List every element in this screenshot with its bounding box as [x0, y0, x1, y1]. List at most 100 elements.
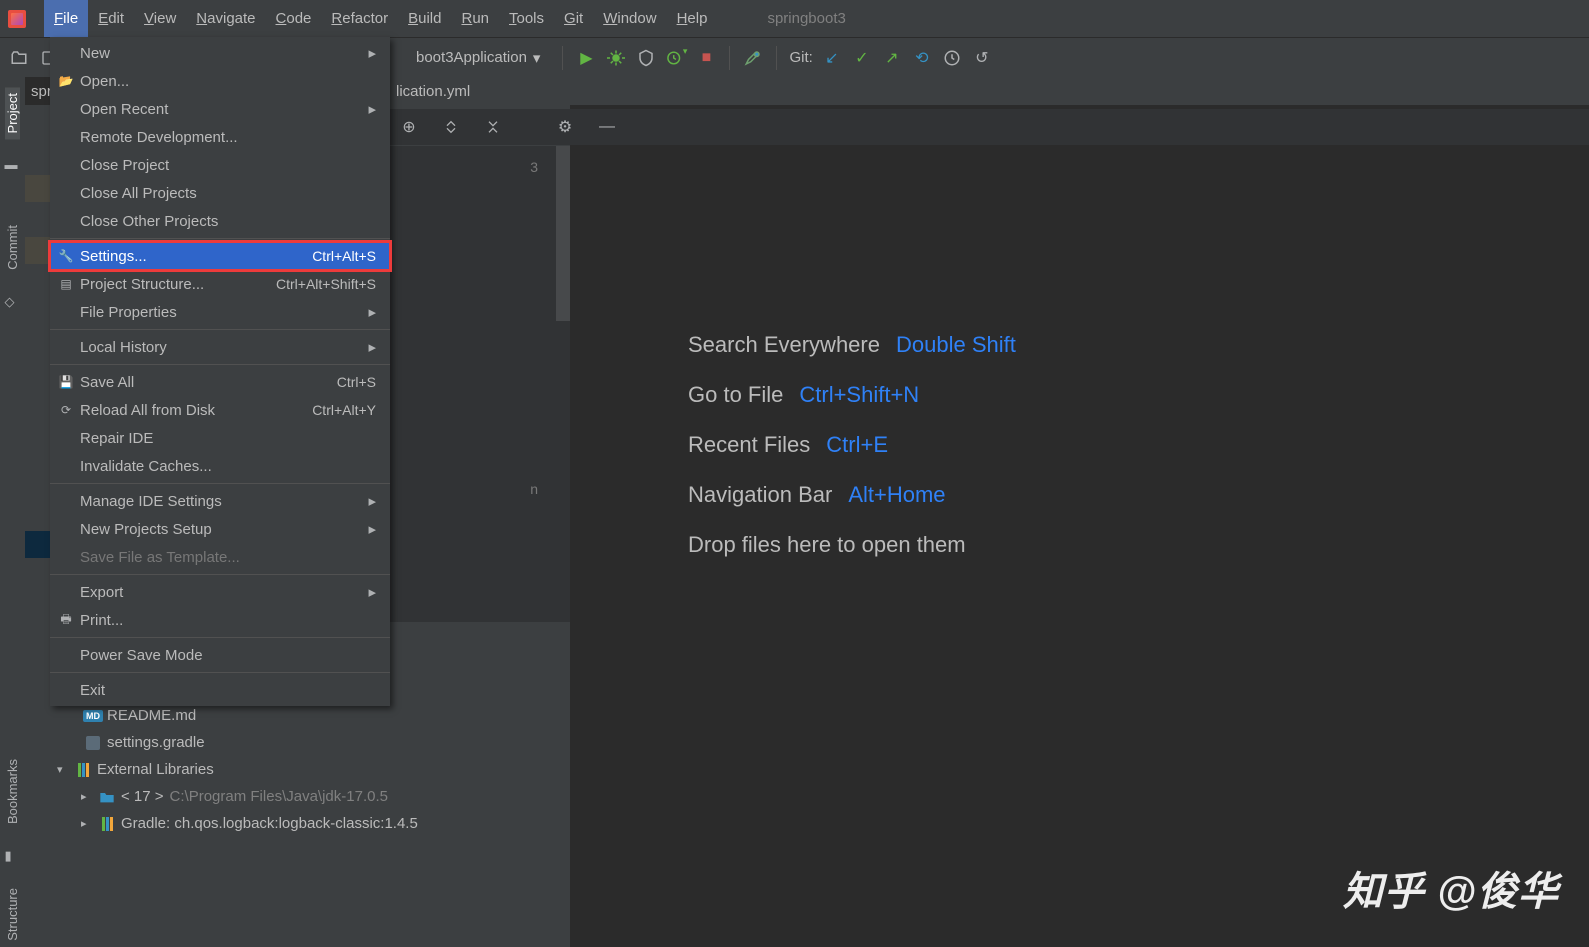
build-icon[interactable] — [742, 47, 764, 69]
menu-item-reload-from-disk[interactable]: ⟳Reload All from DiskCtrl+Alt+Y — [50, 396, 390, 424]
menu-item-save-all[interactable]: 💾Save AllCtrl+S — [50, 368, 390, 396]
menu-code[interactable]: Code — [266, 0, 322, 37]
tree-file-readme[interactable]: MD README.md — [25, 702, 570, 729]
hint-shortcut: Ctrl+Shift+N — [799, 370, 919, 420]
gutter-project[interactable]: Project — [5, 87, 20, 139]
submenu-arrow-icon: ▸ — [368, 44, 376, 62]
hint-navigation-bar: Navigation Bar Alt+Home — [688, 470, 1016, 520]
menu-window[interactable]: Window — [593, 0, 666, 37]
hint-label: Recent Files — [688, 420, 810, 470]
tree-jdk[interactable]: ▸ < 17 > C:\Program Files\Java\jdk-17.0.… — [25, 783, 570, 810]
menu-item-settings[interactable]: 🔧Settings...Ctrl+Alt+S — [50, 242, 390, 270]
git-commit-icon[interactable]: ✓ — [851, 47, 873, 69]
menu-item-manage-ide-settings[interactable]: Manage IDE Settings▸ — [50, 487, 390, 515]
add-icon[interactable]: ⊕ — [398, 116, 420, 138]
menu-view[interactable]: View — [134, 0, 186, 37]
menu-separator — [50, 574, 390, 575]
history-icon[interactable] — [941, 47, 963, 69]
print-icon: 🖶 — [58, 612, 74, 628]
menu-refactor[interactable]: Refactor — [321, 0, 398, 37]
tree-gradle-lib[interactable]: ▸ Gradle: ch.qos.logback:logback-classic… — [25, 810, 570, 837]
debug-icon[interactable] — [605, 47, 627, 69]
run-icon[interactable]: ▶ — [575, 47, 597, 69]
scrollbar-thumb[interactable] — [556, 146, 570, 321]
menu-item-label: Save All — [80, 374, 134, 391]
menu-item-export[interactable]: Export▸ — [50, 578, 390, 606]
menu-item-label: New — [80, 45, 110, 62]
tree-external-libraries[interactable]: ▾ External Libraries — [25, 756, 570, 783]
submenu-arrow-icon: ▸ — [368, 100, 376, 118]
menu-file[interactable]: File — [44, 0, 88, 37]
folder-open-icon: 📂 — [58, 73, 74, 89]
git-update-icon[interactable]: ↙ — [821, 47, 843, 69]
minimize-icon[interactable]: — — [596, 116, 618, 138]
menu-item-save-file-as-template: Save File as Template... — [50, 543, 390, 571]
menu-edit[interactable]: Edit — [88, 0, 134, 37]
gutter-commit[interactable]: Commit — [5, 219, 20, 276]
menu-item-invalidate-caches[interactable]: Invalidate Caches... — [50, 452, 390, 480]
menu-item-open-recent[interactable]: Open Recent▸ — [50, 95, 390, 123]
menu-item-close-all-projects[interactable]: Close All Projects — [50, 179, 390, 207]
menu-help[interactable]: Help — [667, 0, 718, 37]
tree-path-label: C:\Program Files\Java\jdk-17.0.5 — [170, 788, 388, 805]
collapse-all-icon[interactable] — [482, 116, 504, 138]
menu-git[interactable]: Git — [554, 0, 593, 37]
menu-navigate[interactable]: Navigate — [186, 0, 265, 37]
menu-item-close-other-projects[interactable]: Close Other Projects — [50, 207, 390, 235]
bookmark-icon: ▮ — [5, 848, 21, 864]
git-fetch-icon[interactable]: ⟲ — [911, 47, 933, 69]
menu-item-print[interactable]: 🖶Print... — [50, 606, 390, 634]
menu-item-label: Invalidate Caches... — [80, 458, 212, 475]
submenu-arrow-icon: ▸ — [368, 338, 376, 356]
menu-shortcut: Ctrl+Alt+Y — [312, 402, 376, 418]
gutter-bookmarks[interactable]: Bookmarks — [5, 753, 20, 830]
open-file-icon[interactable] — [8, 47, 30, 69]
run-config-label: boot3Application — [416, 49, 527, 66]
menu-shortcut: Ctrl+Alt+Shift+S — [276, 276, 376, 292]
tree-label: settings.gradle — [107, 734, 205, 751]
menu-item-file-properties[interactable]: File Properties▸ — [50, 298, 390, 326]
menu-run[interactable]: Run — [451, 0, 499, 37]
profiler-icon[interactable]: ▾ — [665, 47, 687, 69]
menu-item-new-projects-setup[interactable]: New Projects Setup▸ — [50, 515, 390, 543]
gutter-structure[interactable]: Structure — [5, 882, 20, 947]
hint-shortcut: Alt+Home — [848, 470, 945, 520]
gear-icon[interactable]: ⚙ — [554, 116, 576, 138]
menu-item-project-structure[interactable]: ▤Project Structure...Ctrl+Alt+Shift+S — [50, 270, 390, 298]
menu-item-label: Close All Projects — [80, 185, 197, 202]
run-coverage-icon[interactable] — [635, 47, 657, 69]
menu-item-new[interactable]: New ▸ — [50, 39, 390, 67]
rollback-icon[interactable]: ↺ — [971, 47, 993, 69]
tree-file-settings-gradle[interactable]: settings.gradle — [25, 729, 570, 756]
editor-tab-filename[interactable]: lication.yml — [396, 83, 470, 100]
chevron-right-icon[interactable]: ▸ — [81, 790, 93, 803]
menu-item-exit[interactable]: Exit — [50, 676, 390, 704]
main-menubar: File Edit View Navigate Code Refactor Bu… — [0, 0, 1589, 37]
commit-icon: ◇ — [5, 294, 21, 310]
expand-all-icon[interactable] — [440, 116, 462, 138]
chevron-down-icon[interactable]: ▾ — [57, 763, 69, 776]
editor-fragment-text: 3 — [398, 156, 558, 178]
menu-separator — [50, 238, 390, 239]
stop-icon[interactable]: ■ — [695, 47, 717, 69]
menu-item-label: Close Other Projects — [80, 213, 218, 230]
folder-icon: ▬ — [5, 157, 21, 173]
git-push-icon[interactable]: ↗ — [881, 47, 903, 69]
menu-tools[interactable]: Tools — [499, 0, 554, 37]
hint-shortcut: Double Shift — [896, 320, 1016, 370]
menu-build[interactable]: Build — [398, 0, 451, 37]
menu-item-repair-ide[interactable]: Repair IDE — [50, 424, 390, 452]
menu-item-close-project[interactable]: Close Project — [50, 151, 390, 179]
menu-item-power-save-mode[interactable]: Power Save Mode — [50, 641, 390, 669]
menu-item-remote-dev[interactable]: Remote Development... — [50, 123, 390, 151]
menu-item-local-history[interactable]: Local History▸ — [50, 333, 390, 361]
markdown-file-icon: MD — [85, 708, 101, 724]
chevron-right-icon[interactable]: ▸ — [81, 817, 93, 830]
run-config-combo[interactable]: boot3Application ▾ — [406, 49, 550, 67]
submenu-arrow-icon: ▸ — [368, 303, 376, 321]
menu-item-label: Open... — [80, 73, 129, 90]
menu-item-open[interactable]: 📂 Open... — [50, 67, 390, 95]
menu-shortcut: Ctrl+S — [337, 374, 376, 390]
hint-go-to-file: Go to File Ctrl+Shift+N — [688, 370, 1016, 420]
editor-fragment-text: n — [398, 478, 558, 500]
